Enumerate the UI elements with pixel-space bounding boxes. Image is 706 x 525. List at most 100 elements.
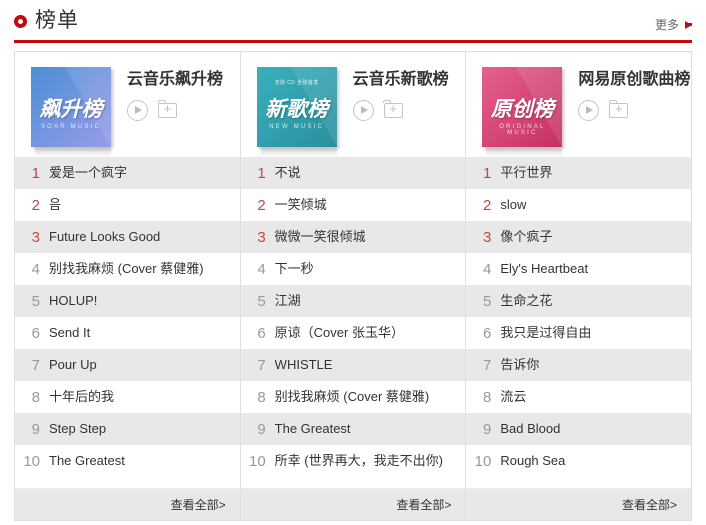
board-cover[interactable]: 原创榜 ORIGINAL MUSIC: [482, 67, 564, 157]
play-circle-icon[interactable]: [352, 100, 374, 122]
song-row[interactable]: 4 别找我麻烦 (Cover 蔡健雅): [15, 253, 240, 285]
view-all-link[interactable]: 查看全部>: [171, 496, 226, 513]
song-title-link[interactable]: The Greatest: [275, 421, 359, 437]
more-link[interactable]: 更多: [655, 16, 692, 33]
song-row[interactable]: 1 爱是一个疯字: [15, 157, 240, 189]
song-title-link[interactable]: Rough Sea: [500, 453, 573, 469]
song-row[interactable]: 4 Ely's Heartbeat: [466, 253, 692, 285]
song-rank: 2: [257, 196, 266, 214]
board-footer: 查看全部>: [240, 488, 466, 520]
board-column: 原创榜 ORIGINAL MUSIC 网易原创歌曲榜 1 平行世界 2 slow 3 像个疯子 4…: [466, 52, 692, 520]
song-row[interactable]: 3 微微一笑很倾城: [240, 221, 466, 253]
song-title-link[interactable]: Step Step: [49, 421, 114, 437]
song-title-link[interactable]: Send It: [49, 325, 98, 341]
song-title-link[interactable]: Pour Up: [49, 357, 105, 373]
board-title[interactable]: 网易原创歌曲榜: [578, 70, 691, 89]
board-cover[interactable]: 无损 CD 全球首发 新歌榜 NEW MUSIC: [256, 67, 339, 157]
song-row[interactable]: 8 十年后的我: [15, 381, 240, 413]
cover-shadow: [486, 148, 563, 157]
song-row[interactable]: 9 The Greatest: [240, 413, 466, 445]
song-title-link[interactable]: 告诉你: [500, 357, 547, 373]
song-rank: 6: [483, 324, 492, 342]
song-title-link[interactable]: 江湖: [275, 293, 309, 309]
board-title[interactable]: 云音乐新歌榜: [353, 70, 466, 89]
song-rank: 4: [257, 260, 266, 278]
song-rank: 7: [483, 356, 492, 374]
song-row[interactable]: 1 不说: [240, 157, 466, 189]
cover-shadow: [35, 148, 111, 157]
song-row[interactable]: 6 我只是过得自由: [466, 317, 692, 349]
add-to-playlist-icon[interactable]: [608, 99, 629, 119]
song-title-link[interactable]: The Greatest: [49, 453, 133, 469]
board-cover-image: 无损 CD 全球首发 新歌榜 NEW MUSIC: [256, 67, 337, 147]
song-title-link[interactable]: 别找我麻烦 (Cover 蔡健雅): [275, 389, 438, 405]
song-title-link[interactable]: WHISTLE: [275, 357, 341, 373]
song-title-link[interactable]: 下一秒: [275, 261, 322, 277]
song-title-link[interactable]: 流云: [500, 389, 534, 405]
song-row[interactable]: 7 WHISTLE: [240, 349, 466, 381]
song-rank: 9: [483, 420, 492, 438]
song-row[interactable]: 5 HOLUP!: [15, 285, 240, 317]
cover-sub-text: SOAR MUSIC: [40, 124, 101, 130]
song-title-link[interactable]: HOLUP!: [49, 293, 105, 309]
song-rank: 5: [257, 292, 266, 310]
song-rank: 3: [257, 228, 266, 246]
song-title-link[interactable]: 平行世界: [500, 165, 560, 181]
song-row[interactable]: 2 slow: [466, 189, 692, 221]
song-title-link[interactable]: 十年后的我: [49, 389, 122, 405]
song-rank: 2: [483, 196, 492, 214]
play-circle-icon[interactable]: [127, 100, 148, 122]
song-row[interactable]: 3 Future Looks Good: [15, 221, 240, 253]
board-title[interactable]: 云音乐飙升榜: [127, 70, 240, 89]
song-title-link[interactable]: 所幸 (世界再大，我走不出你): [275, 453, 451, 469]
song-row[interactable]: 8 流云: [466, 381, 692, 413]
song-title-link[interactable]: 我只是过得自由: [500, 325, 599, 341]
board-footer: 查看全部>: [15, 488, 240, 520]
song-row[interactable]: 2음: [15, 189, 240, 221]
song-row[interactable]: 1 平行世界: [466, 157, 692, 189]
song-row[interactable]: 8 别找我麻烦 (Cover 蔡健雅): [240, 381, 466, 413]
song-title-link[interactable]: slow: [500, 197, 534, 213]
song-row[interactable]: 3 像个疯子: [466, 221, 692, 253]
board-header-text: 云音乐飙升榜: [127, 67, 240, 122]
view-all-link[interactable]: 查看全部>: [396, 496, 451, 513]
song-title-link[interactable]: 生命之花: [500, 293, 560, 309]
song-rank: 1: [257, 164, 266, 182]
board-cover-image: 原创榜 ORIGINAL MUSIC: [482, 67, 563, 147]
song-title-link[interactable]: 原谅（Cover 张玉华）: [275, 325, 412, 341]
song-title-link[interactable]: 微微一笑很倾城: [275, 229, 374, 245]
song-title-link[interactable]: 爱是一个疯字: [49, 165, 135, 181]
add-to-playlist-icon[interactable]: [157, 99, 177, 119]
song-row[interactable]: 6 原谅（Cover 张玉华）: [240, 317, 466, 349]
song-row[interactable]: 4 下一秒: [240, 253, 466, 285]
board-cover[interactable]: 飙升榜 SOAR MUSIC: [31, 67, 113, 157]
song-rank: 3: [31, 228, 40, 246]
song-title-link[interactable]: Bad Blood: [500, 421, 568, 437]
add-to-playlist-icon[interactable]: [383, 99, 403, 119]
song-row[interactable]: 9 Bad Blood: [466, 413, 692, 445]
song-title-link[interactable]: 别找我麻烦 (Cover 蔡健雅): [49, 261, 212, 277]
song-list: 1 平行世界 2 slow 3 像个疯子 4 Ely's Heartbeat 5 生命之花 6 我只是…: [466, 157, 692, 488]
song-row[interactable]: 5 江湖: [240, 285, 466, 317]
song-row[interactable]: 10 所幸 (世界再大，我走不出你): [240, 445, 466, 477]
song-row[interactable]: 10 Rough Sea: [466, 445, 692, 477]
view-all-link[interactable]: 查看全部>: [622, 496, 677, 513]
cover-sub-text: NEW MUSIC: [269, 124, 325, 130]
song-title-link[interactable]: 음: [49, 197, 69, 213]
play-circle-icon[interactable]: [578, 100, 600, 122]
song-title-link[interactable]: Ely's Heartbeat: [500, 261, 596, 277]
song-rank: 1: [483, 164, 492, 182]
song-title-link[interactable]: 一笑倾城: [275, 197, 335, 213]
song-row[interactable]: 10 The Greatest: [15, 445, 240, 477]
song-row[interactable]: 9 Step Step: [15, 413, 240, 445]
song-title-link[interactable]: 像个疯子: [500, 229, 560, 245]
cover-top-text: 无损 CD 全球首发: [274, 80, 319, 86]
ring-icon: [14, 14, 27, 28]
song-row[interactable]: 7 告诉你: [466, 349, 692, 381]
song-row[interactable]: 7 Pour Up: [15, 349, 240, 381]
song-title-link[interactable]: 不说: [275, 165, 309, 181]
song-row[interactable]: 5 生命之花: [466, 285, 692, 317]
song-row[interactable]: 6 Send It: [15, 317, 240, 349]
song-title-link[interactable]: Future Looks Good: [49, 229, 168, 245]
song-row[interactable]: 2 一笑倾城: [240, 189, 466, 221]
